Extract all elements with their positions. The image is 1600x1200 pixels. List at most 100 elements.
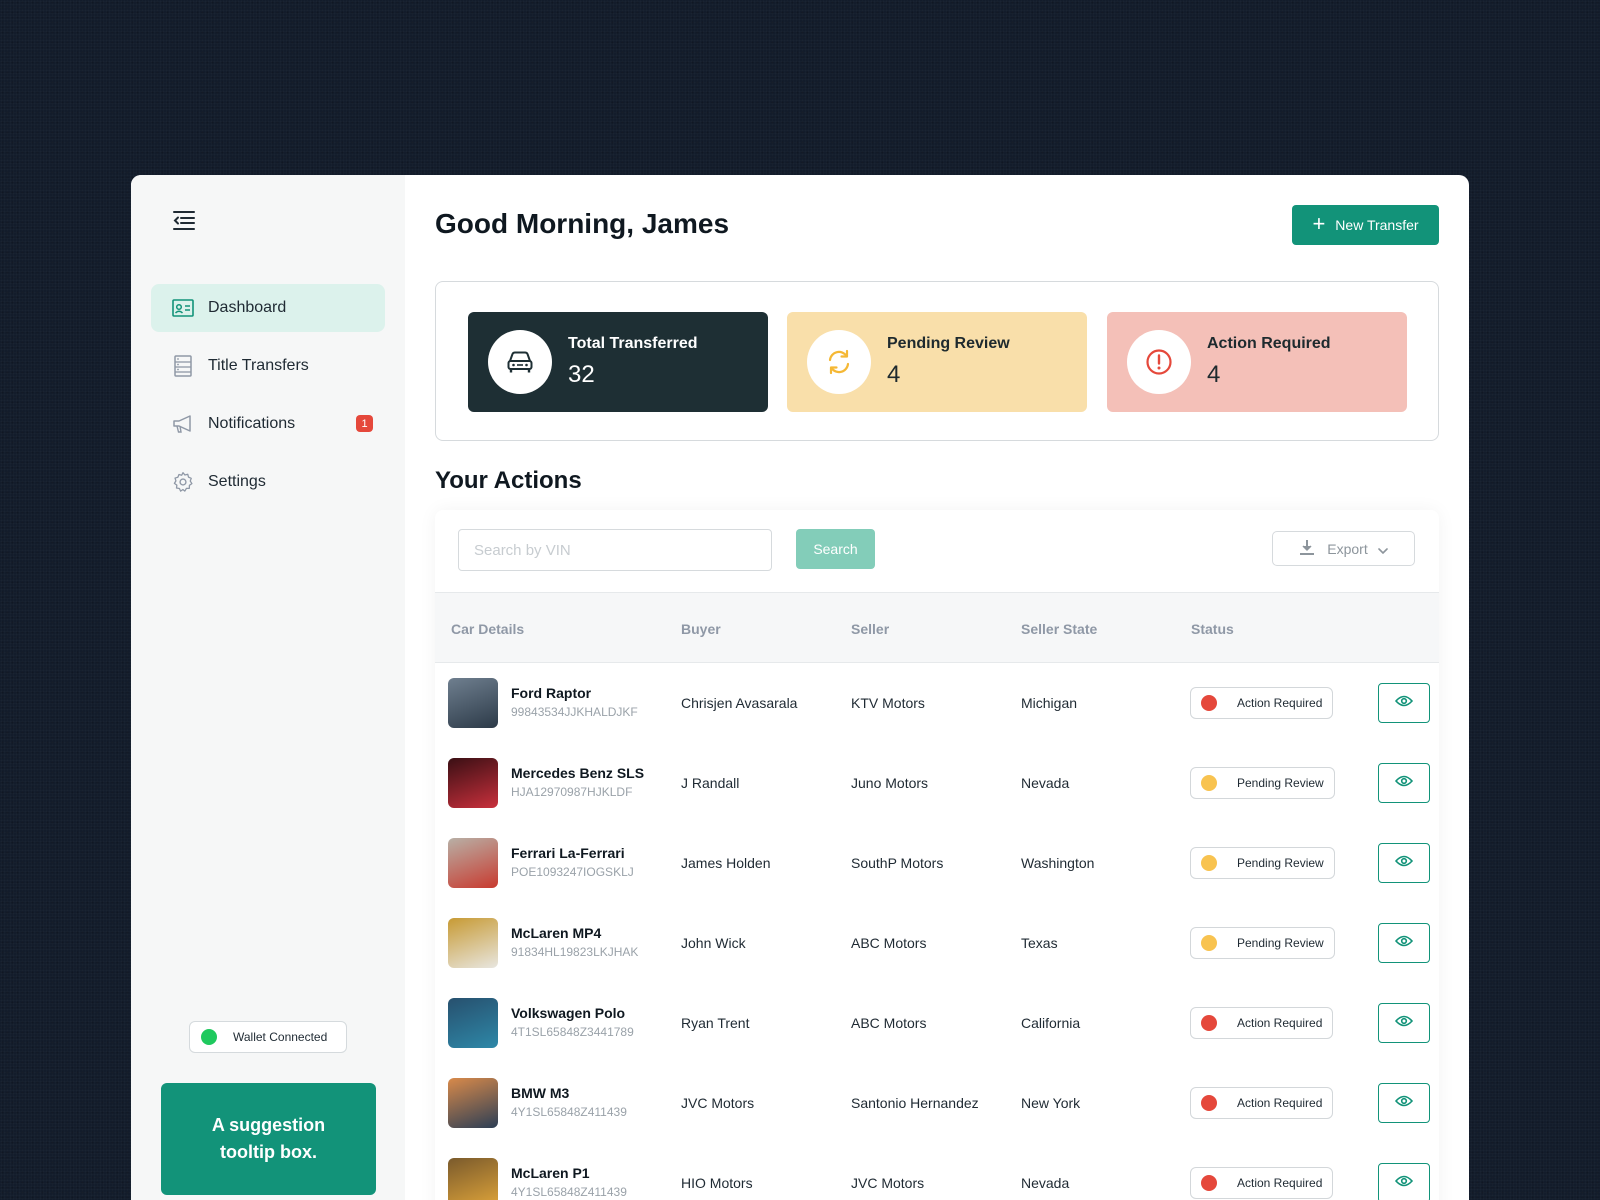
megaphone-icon (172, 413, 194, 435)
car-name: Volkswagen Polo (511, 1005, 626, 1021)
table-row[interactable]: McLaren MP4 91834HL19823LKJHAK John Wick… (435, 903, 1439, 983)
sidebar-nav: Dashboard Title Transfers Notifications … (151, 284, 385, 516)
car-name: Ford Raptor (511, 685, 592, 701)
car-name: McLaren MP4 (511, 925, 602, 941)
status-dot (1201, 695, 1217, 711)
chevron-down-icon (1377, 541, 1388, 557)
wallet-status-badge[interactable]: Wallet Connected (189, 1021, 347, 1053)
view-button[interactable] (1378, 683, 1430, 723)
car-thumbnail (448, 1078, 498, 1128)
car-thumbnail (448, 918, 498, 968)
refresh-icon (807, 330, 871, 394)
view-button[interactable] (1378, 1163, 1430, 1200)
status-label: Pending Review (1237, 936, 1324, 950)
sidebar: Dashboard Title Transfers Notifications … (131, 175, 405, 1200)
status-badge: Action Required (1190, 1167, 1334, 1199)
new-transfer-button[interactable]: + New Transfer (1292, 205, 1439, 245)
seller-state-cell: Nevada (1021, 1175, 1070, 1191)
stat-value: 32 (568, 361, 595, 388)
sidebar-item-settings[interactable]: Settings (151, 458, 385, 506)
wallet-status-label: Wallet Connected (233, 1030, 328, 1044)
eye-icon (1394, 1174, 1414, 1192)
stat-pending-review[interactable]: Pending Review 4 (787, 312, 1087, 412)
search-input[interactable] (458, 529, 772, 571)
table-body: Ford Raptor 99843534JJKHALDJKF Chrisjen … (435, 663, 1439, 1200)
eye-icon (1394, 934, 1414, 952)
column-header[interactable]: Car Details (451, 621, 524, 637)
buyer-cell: Ryan Trent (681, 1015, 750, 1031)
page-title: Good Morning, James (435, 208, 730, 239)
car-vin: POE1093247IOGSKLJ (511, 865, 634, 879)
seller-cell: JVC Motors (851, 1175, 925, 1191)
view-button[interactable] (1378, 843, 1430, 883)
status-badge: Pending Review (1190, 927, 1335, 959)
car-vin: 4Y1SL65848Z411439 (511, 1185, 627, 1199)
suggestion-tooltip: A suggestion tooltip box. (161, 1083, 376, 1195)
seller-state-cell: Washington (1021, 855, 1095, 871)
view-button[interactable] (1378, 1083, 1430, 1123)
sidebar-item-label: Dashboard (208, 299, 287, 316)
column-header[interactable]: Seller (851, 621, 889, 637)
status-badge: Action Required (1190, 1087, 1334, 1119)
table-row[interactable]: BMW M3 4Y1SL65848Z411439 JVC Motors Sant… (435, 1063, 1439, 1143)
buyer-cell: JVC Motors (681, 1095, 755, 1111)
export-dropdown[interactable]: Export (1272, 531, 1415, 566)
collapse-menu-icon[interactable] (171, 207, 197, 233)
table-row[interactable]: Mercedes Benz SLS HJA12970987HJKLDF J Ra… (435, 743, 1439, 823)
alert-circle-icon (1127, 330, 1191, 394)
eye-icon (1394, 854, 1414, 872)
actions-table: Search Export Car Details Buyer Seller S… (435, 510, 1439, 1200)
status-label: Action Required (1237, 1016, 1323, 1030)
search-button[interactable]: Search (796, 529, 875, 569)
view-button[interactable] (1378, 763, 1430, 803)
eye-icon (1394, 1014, 1414, 1032)
column-header[interactable]: Buyer (681, 621, 721, 637)
id-card-icon (172, 297, 194, 319)
new-transfer-label: New Transfer (1335, 217, 1419, 233)
wallet-connected-dot (201, 1029, 217, 1045)
stat-label: Action Required (1207, 335, 1331, 352)
view-button[interactable] (1378, 1003, 1430, 1043)
sidebar-item-notifications[interactable]: Notifications 1 (151, 400, 385, 448)
notification-count-badge: 1 (356, 415, 373, 432)
stat-label: Total Transferred (568, 335, 698, 352)
car-vin: 4T1SL65848Z3441789 (511, 1025, 634, 1039)
buyer-cell: HIO Motors (681, 1175, 753, 1191)
status-badge: Action Required (1190, 687, 1334, 719)
stat-action-required[interactable]: Action Required 4 (1107, 312, 1407, 412)
seller-cell: KTV Motors (851, 695, 925, 711)
table-row[interactable]: Ferrari La-Ferrari POE1093247IOGSKLJ Jam… (435, 823, 1439, 903)
eye-icon (1394, 774, 1414, 792)
car-vin: 91834HL19823LKJHAK (511, 945, 639, 959)
status-label: Pending Review (1237, 776, 1324, 790)
view-button[interactable] (1378, 923, 1430, 963)
stat-total-transferred[interactable]: Total Transferred 32 (468, 312, 768, 412)
main-content: Good Morning, James + New Transfer Total… (405, 175, 1469, 1200)
car-icon (488, 330, 552, 394)
seller-cell: ABC Motors (851, 1015, 927, 1031)
seller-cell: Juno Motors (851, 775, 929, 791)
car-thumbnail (448, 678, 498, 728)
table-row[interactable]: McLaren P1 4Y1SL65848Z411439 HIO Motors … (435, 1143, 1439, 1200)
stats-panel: Total Transferred 32 Pending Review 4 Ac… (435, 281, 1439, 441)
table-row[interactable]: Volkswagen Polo 4T1SL65848Z3441789 Ryan … (435, 983, 1439, 1063)
buyer-cell: James Holden (681, 855, 771, 871)
buyer-cell: J Randall (681, 775, 740, 791)
buyer-cell: John Wick (681, 935, 746, 951)
car-vin: 99843534JJKHALDJKF (511, 705, 638, 719)
status-dot (1201, 935, 1217, 951)
status-badge: Pending Review (1190, 767, 1335, 799)
gear-icon (172, 471, 194, 493)
table-header: Car Details Buyer Seller Seller State St… (435, 593, 1439, 663)
download-icon (1299, 539, 1315, 559)
sidebar-item-title-transfers[interactable]: Title Transfers (151, 342, 385, 390)
column-header[interactable]: Status (1191, 621, 1234, 637)
car-name: Ferrari La-Ferrari (511, 845, 625, 861)
status-label: Action Required (1237, 1096, 1323, 1110)
app-window: Dashboard Title Transfers Notifications … (131, 175, 1469, 1200)
plus-icon: + (1312, 211, 1326, 236)
sidebar-item-dashboard[interactable]: Dashboard (151, 284, 385, 332)
table-row[interactable]: Ford Raptor 99843534JJKHALDJKF Chrisjen … (435, 663, 1439, 743)
table-toolbar: Search Export (435, 510, 1439, 593)
column-header[interactable]: Seller State (1021, 621, 1097, 637)
